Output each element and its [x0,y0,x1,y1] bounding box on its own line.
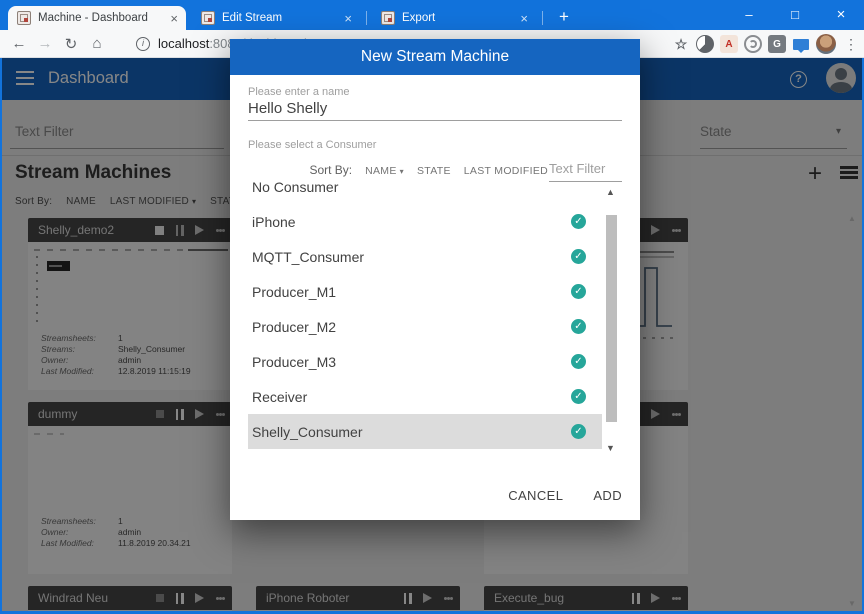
consumer-list: No Consumer iPhone✓ MQTT_Consumer✓ Produ… [248,179,602,457]
consumer-row-mqtt-consumer[interactable]: MQTT_Consumer✓ [248,239,602,274]
sort-by-label: Sort By: [309,163,352,177]
check-icon: ✓ [571,284,586,299]
forward-icon[interactable]: → [32,35,58,52]
sort-option-state[interactable]: STATE [417,165,451,177]
check-icon: ✓ [571,319,586,334]
tab-title: Edit Stream [222,12,337,24]
list-scroll-down-icon[interactable]: ▼ [606,443,615,453]
browser-titlebar: Machine - Dashboard × Edit Stream × Expo… [0,0,864,30]
tab-close-icon[interactable]: × [520,11,528,26]
name-field-label: Please enter a name [248,86,350,98]
list-scroll-up-icon[interactable]: ▲ [606,187,615,197]
url-host: localhost [158,36,209,51]
window-minimize-button[interactable]: – [726,0,772,30]
extension-swirl-icon[interactable] [744,35,762,53]
tab-separator [542,11,543,25]
check-icon: ✓ [571,424,586,439]
extension-pdf-icon[interactable]: A [720,35,738,53]
extension-contrast-icon[interactable] [696,35,714,53]
check-icon: ✓ [571,214,586,229]
tab-close-icon[interactable]: × [170,11,178,26]
check-icon: ✓ [571,249,586,264]
consumer-row-producer-m1[interactable]: Producer_M1✓ [248,274,602,309]
streamsheets-favicon [381,11,395,25]
consumer-row-producer-m3[interactable]: Producer_M3✓ [248,344,602,379]
window-maximize-button[interactable]: □ [772,0,818,30]
streamsheets-favicon [17,11,31,25]
check-icon: ✓ [571,354,586,369]
dialog-sort-bar: Sort By: NAME▾ STATE LAST MODIFIED [309,163,548,177]
dialog-title: New Stream Machine [230,39,640,75]
extension-g-icon[interactable]: G [768,35,786,53]
streamsheets-favicon [201,11,215,25]
browser-menu-icon[interactable]: ⋮ [842,36,860,53]
add-button[interactable]: ADD [593,488,622,503]
tab-close-icon[interactable]: × [344,11,352,26]
dialog-actions: CANCEL ADD [508,488,622,503]
name-input-underline [248,120,622,121]
sort-caret-icon: ▾ [400,167,404,176]
consumer-row-shelly-consumer[interactable]: Shelly_Consumer✓ [248,414,602,449]
tab-title: Export [402,12,513,24]
window-close-button[interactable]: × [818,0,864,30]
list-scrollbar-thumb[interactable] [606,215,617,422]
new-tab-button[interactable]: + [552,5,576,29]
consumer-row-producer-m2[interactable]: Producer_M2✓ [248,309,602,344]
home-icon[interactable]: ⌂ [84,35,110,52]
tab-edit-stream[interactable]: Edit Stream × [192,6,360,30]
sort-option-name[interactable]: NAME▾ [365,165,404,177]
check-icon: ✓ [571,389,586,404]
cancel-button[interactable]: CANCEL [508,488,563,503]
bookmark-star-icon[interactable]: ☆ [672,35,690,53]
tab-export[interactable]: Export × [372,6,536,30]
tab-title: Machine - Dashboard [38,12,163,24]
browser-profile-avatar[interactable] [816,34,836,54]
tab-machine-dashboard[interactable]: Machine - Dashboard × [8,6,186,30]
back-icon[interactable]: ← [6,35,32,52]
consumer-row-no-consumer[interactable]: No Consumer [248,179,602,204]
consumer-row-receiver[interactable]: Receiver✓ [248,379,602,414]
cast-screen-icon[interactable] [792,35,810,53]
name-input[interactable]: Hello Shelly [248,100,327,117]
browser-window: Machine - Dashboard × Edit Stream × Expo… [0,0,864,614]
sort-option-last-modified[interactable]: LAST MODIFIED [464,165,548,177]
new-stream-machine-dialog: New Stream Machine Please enter a name H… [230,39,640,520]
tab-separator [366,11,367,25]
site-info-icon[interactable]: i [136,37,150,51]
consumer-row-iphone[interactable]: iPhone✓ [248,204,602,239]
reload-icon[interactable]: ↻ [58,35,84,53]
consumer-select-label: Please select a Consumer [248,139,376,151]
toolbar-right-icons: ☆ A G ⋮ [672,30,860,58]
dialog-text-filter-input[interactable]: Text Filter [549,161,605,176]
